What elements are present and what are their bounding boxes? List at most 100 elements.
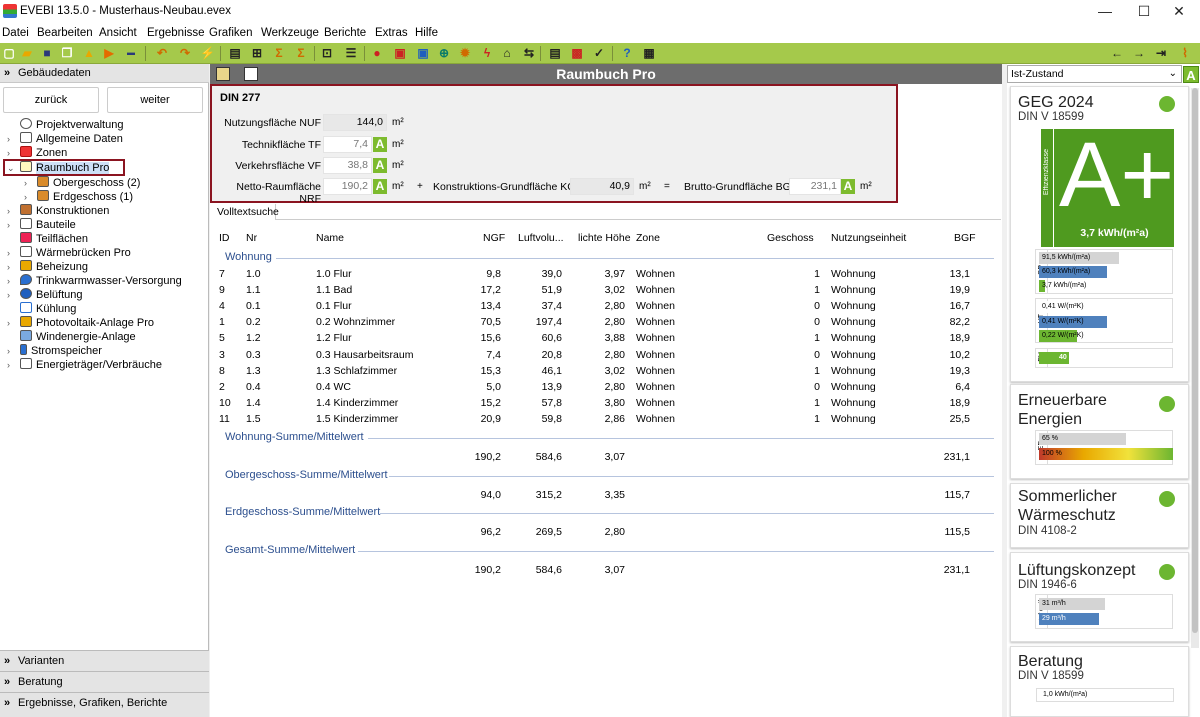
expand-arrow-icon[interactable]: › xyxy=(24,190,27,204)
tree-item-photovoltaik[interactable]: › Photovoltaik-Anlage Pro xyxy=(7,316,154,330)
menu-datei[interactable]: Datei xyxy=(2,27,29,39)
auto-badge[interactable]: A xyxy=(373,179,387,194)
tree-icon[interactable]: ⊞ xyxy=(250,46,264,60)
goto-icon[interactable]: ⇥ xyxy=(1154,46,1168,60)
tree-item-allgemeine-daten[interactable]: › Allgemeine Daten xyxy=(7,132,123,146)
vf-field[interactable]: 38,8 xyxy=(323,157,372,174)
section-ergebnisse[interactable]: » Ergebnisse, Grafiken, Berichte xyxy=(0,692,209,717)
col-geschoss[interactable]: Geschoss xyxy=(767,232,814,244)
open-folder-icon[interactable]: ▰ xyxy=(20,46,34,60)
cap-icon[interactable]: ● xyxy=(370,46,384,60)
expand-arrow-icon[interactable]: › xyxy=(7,288,10,302)
col-luftvolumen[interactable]: Luftvolu... xyxy=(518,232,564,244)
sum-group-label[interactable]: Erdgeschoss-Summe/Mittelwert xyxy=(225,506,380,518)
col-ngf[interactable]: NGF xyxy=(483,232,505,244)
table-row[interactable]: 8 1.3 1.3 Schlafzimmer 15,3 46,1 3,02 Wohnen 1 W… xyxy=(219,363,979,379)
tree-item-teilflaechen[interactable]: Teilflächen xyxy=(20,232,88,246)
card-beratung[interactable]: Beratung DIN V 18599 1,0 kWh/(m²a) xyxy=(1010,646,1189,717)
house-icon[interactable]: ⌂ xyxy=(500,46,514,60)
card-sommerlicher-waermeschutz[interactable]: Sommerlicher Wärmeschutz DIN 4108-2 xyxy=(1010,483,1189,548)
auto-badge[interactable]: A xyxy=(841,179,855,194)
section-header-gebaeudedaten[interactable]: » Gebäudedaten xyxy=(0,64,209,83)
section-varianten[interactable]: » Varianten xyxy=(0,650,209,671)
tree-item-obergeschoss[interactable]: › Obergeschoss (2) xyxy=(24,176,140,190)
close-button[interactable]: ✕ xyxy=(1156,0,1200,24)
table-row[interactable]: 5 1.2 1.2 Flur 15,6 60,6 3,88 Wohnen 1 Wohnung 18… xyxy=(219,330,979,346)
menu-hilfe[interactable]: Hilfe xyxy=(415,27,438,39)
list-icon[interactable]: ☰ xyxy=(344,46,358,60)
tab-volltextsuche[interactable]: Volltextsuche xyxy=(213,204,279,220)
table-row[interactable]: 10 1.4 1.4 Kinderzimmer 15,2 57,8 3,80 Wohnen 1… xyxy=(219,395,979,411)
col-name[interactable]: Name xyxy=(316,232,344,244)
col-nr[interactable]: Nr xyxy=(246,232,257,244)
check-icon[interactable]: ✓ xyxy=(592,46,606,60)
network-icon[interactable]: ⊡ xyxy=(320,46,334,60)
tree-item-belueftung[interactable]: › Belüftung xyxy=(7,288,82,302)
sigma-table-icon[interactable]: Σ xyxy=(294,46,308,60)
expand-arrow-icon[interactable]: › xyxy=(7,146,10,160)
menu-bearbeiten[interactable]: Bearbeiten xyxy=(37,27,93,39)
tree-item-energietraeger[interactable]: › Energieträger/Verbräuche xyxy=(7,358,162,372)
sun-icon[interactable]: ✹ xyxy=(458,46,472,60)
tree-item-beheizung[interactable]: › Beheizung xyxy=(7,260,88,274)
table-row[interactable]: 9 1.1 1.1 Bad 17,2 51,9 3,02 Wohnen 1 Wohnung 19,… xyxy=(219,282,979,298)
table-row[interactable]: 3 0.3 0.3 Hausarbeitsraum 7,4 20,8 2,80 Wohnen… xyxy=(219,347,979,363)
expand-arrow-icon[interactable]: › xyxy=(7,132,10,146)
save-icon[interactable]: ■ xyxy=(40,46,54,60)
expand-arrow-icon[interactable]: › xyxy=(7,204,10,218)
tree-item-zonen[interactable]: › Zonen xyxy=(7,146,67,160)
sum-icon[interactable]: Σ xyxy=(272,46,286,60)
tree-item-projektverwaltung[interactable]: Projektverwaltung xyxy=(20,118,123,132)
info-box-icon[interactable]: ▣ xyxy=(416,46,430,60)
export-icon[interactable]: ▲ xyxy=(82,46,96,60)
sum-group-label[interactable]: Wohnung-Summe/Mittelwert xyxy=(225,431,364,443)
expand-arrow-icon[interactable]: › xyxy=(7,246,10,260)
menu-ansicht[interactable]: Ansicht xyxy=(99,27,137,39)
chart-icon[interactable]: ⌇ xyxy=(1178,46,1192,60)
report-icon[interactable]: ▤ xyxy=(548,46,562,60)
tree-item-kuehlung[interactable]: Kühlung xyxy=(20,302,76,316)
back-arrow-icon[interactable]: ← xyxy=(1110,46,1124,60)
transfer-icon[interactable]: ⇆ xyxy=(522,46,536,60)
next-button[interactable]: weiter xyxy=(107,87,203,113)
sum-group-label[interactable]: Gesamt-Summe/Mittelwert xyxy=(225,544,355,556)
expand-arrow-icon[interactable]: › xyxy=(24,176,27,190)
tree-item-erdgeschoss[interactable]: › Erdgeschoss (1) xyxy=(24,190,133,204)
menu-extras[interactable]: Extras xyxy=(375,27,408,39)
label-icon[interactable]: ▬ xyxy=(124,46,138,60)
table-row[interactable]: 11 1.5 1.5 Kinderzimmer 20,9 59,8 2,86 Wohnen 1… xyxy=(219,411,979,427)
table-row[interactable]: 2 0.4 0.4 WC 5,0 13,9 2,80 Wohnen 0 Wohnung 6,4 xyxy=(219,379,979,395)
col-bgf[interactable]: BGF xyxy=(954,232,976,244)
sum-group-label[interactable]: Obergeschoss-Summe/Mittelwert xyxy=(225,469,388,481)
expand-arrow-icon[interactable]: › xyxy=(7,218,10,232)
scrollbar[interactable] xyxy=(1191,88,1199,648)
auto-badge[interactable]: A xyxy=(1183,66,1199,83)
calculator-icon[interactable]: ▦ xyxy=(642,46,656,60)
menu-werkzeuge[interactable]: Werkzeuge xyxy=(261,27,319,39)
menu-ergebnisse[interactable]: Ergebnisse xyxy=(147,27,205,39)
redo-icon[interactable]: ↷ xyxy=(178,46,192,60)
expand-arrow-icon[interactable]: › xyxy=(7,358,10,372)
table-row[interactable]: 4 0.1 0.1 Flur 13,4 37,4 2,80 Wohnen 0 Wohnung 16… xyxy=(219,298,979,314)
pdf-icon[interactable]: ▩ xyxy=(570,46,584,60)
tree-item-trinkwarmwasser[interactable]: › Trinkwarmwasser-Versorgung xyxy=(7,274,182,288)
expand-arrow-icon[interactable]: › xyxy=(7,344,10,358)
nrf-field[interactable]: 190,2 xyxy=(323,178,372,195)
tree-item-bauteile[interactable]: › Bauteile xyxy=(7,218,76,232)
col-lichte-hoehe[interactable]: lichte Höhe xyxy=(578,232,631,244)
help-icon[interactable]: ? xyxy=(620,46,634,60)
table-row[interactable]: 1 0.2 0.2 Wohnzimmer 70,5 197,4 2,80 Wohnen 0 Wo… xyxy=(219,314,979,330)
state-select[interactable]: Ist-Zustand ⌄ xyxy=(1007,65,1182,83)
forward-arrow-icon[interactable]: → xyxy=(1132,46,1146,60)
tree-item-waermebruecken[interactable]: › Wärmebrücken Pro xyxy=(7,246,131,260)
expand-arrow-icon[interactable]: › xyxy=(7,260,10,274)
tf-field[interactable]: 7,4 xyxy=(323,136,372,153)
tree-item-windenergie[interactable]: Windenergie-Anlage xyxy=(20,330,136,344)
new-file-icon[interactable]: ▢ xyxy=(2,46,16,60)
section-beratung[interactable]: » Beratung xyxy=(0,671,209,692)
back-button[interactable]: zurück xyxy=(3,87,99,113)
col-nutzungseinheit[interactable]: Nutzungseinheit xyxy=(831,232,906,244)
globe-icon[interactable]: ⊕ xyxy=(437,46,451,60)
expand-arrow-icon[interactable]: › xyxy=(7,316,10,330)
tree-item-stromspeicher[interactable]: › Stromspeicher xyxy=(7,344,102,358)
